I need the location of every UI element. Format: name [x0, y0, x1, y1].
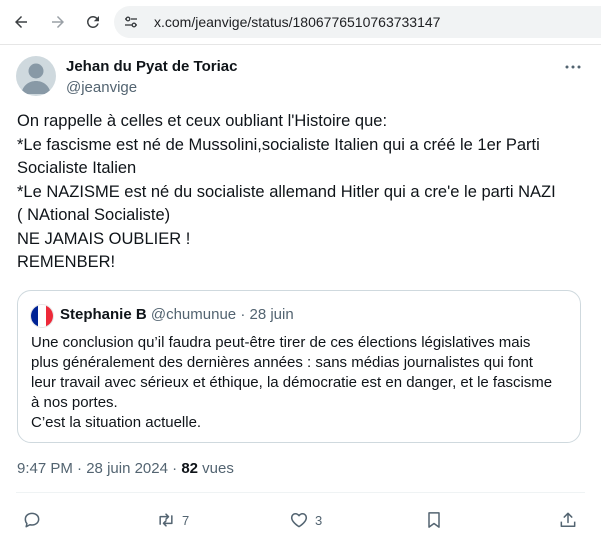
tweet-text-line: NE JAMAIS OUBLIER ! — [17, 229, 191, 248]
tweet-text: On rappelle à celles et ceux oubliant l'… — [17, 110, 587, 275]
quote-text-line: à nos portes. — [31, 394, 118, 411]
views-count: 82 — [181, 460, 198, 477]
url-text[interactable]: x.com/jeanvige/status/180677651076373314… — [154, 14, 440, 30]
quote-header: Stephanie B @chumunue · 28 juin — [60, 306, 294, 323]
reload-icon — [86, 15, 99, 28]
bookmark-button[interactable] — [424, 508, 444, 532]
reload-button[interactable] — [81, 10, 105, 34]
more-icon — [565, 65, 581, 69]
tweet-text-line: On rappelle à celles et ceux oubliant l'… — [17, 112, 388, 130]
quote-text-line: leur travail avec sérieux et éthique, la… — [31, 374, 553, 391]
tweet-text-line: *Le fascisme est né de Mussolini,sociali… — [17, 135, 540, 154]
tweet-text-line: *Le NAZISME est né du socialiste alleman… — [17, 182, 556, 201]
author-name[interactable]: Jehan du Pyat de Toriac — [66, 58, 237, 75]
tweet-time[interactable]: 9:47 PM — [17, 460, 73, 477]
tweet-text-line: Socialiste Italien — [17, 159, 137, 177]
tweet: Jehan du Pyat de Toriac @jeanvige On rap… — [0, 44, 601, 540]
like-count: 3 — [315, 512, 323, 528]
browser-toolbar: x.com/jeanvige/status/180677651076373314… — [0, 0, 601, 45]
heart-icon — [290, 513, 308, 528]
tweet-text-line: REMENBER! — [17, 253, 116, 271]
arrow-left-icon — [15, 16, 27, 28]
forward-button[interactable] — [46, 10, 70, 34]
quote-text-line: plus généralement des dernières années :… — [31, 354, 533, 371]
flag-stripe-white — [38, 305, 46, 327]
divider — [16, 492, 585, 493]
meta-separator: · — [172, 460, 178, 477]
author-handle[interactable]: @jeanvige — [66, 79, 137, 96]
tune-icon — [125, 16, 137, 28]
retweet-button[interactable]: 7 — [156, 508, 189, 532]
french-flag-avatar — [30, 304, 54, 328]
quoted-tweet[interactable]: Stephanie B @chumunue · 28 juin Une conc… — [17, 290, 581, 443]
quote-author-handle: @chumunue — [150, 306, 237, 323]
reply-button[interactable] — [22, 508, 42, 532]
site-info-button[interactable] — [118, 9, 144, 35]
meta-separator: · — [77, 460, 83, 477]
retweet-icon — [159, 513, 173, 527]
share-icon — [560, 512, 576, 527]
quote-text-line: Une conclusion qu’il faudra peut-être ti… — [31, 334, 531, 351]
quote-author-name: Stephanie B — [60, 306, 147, 323]
views-label: vues — [202, 460, 234, 477]
reply-icon — [24, 512, 40, 528]
avatar[interactable] — [16, 56, 56, 96]
quote-separator: · — [240, 306, 246, 323]
more-options-button[interactable] — [561, 58, 585, 76]
default-avatar-icon — [21, 63, 51, 94]
like-button[interactable]: 3 — [289, 508, 322, 532]
flag-stripe-red — [45, 305, 53, 327]
flag-stripe-blue — [31, 305, 39, 327]
back-button[interactable] — [9, 10, 33, 34]
bookmark-icon — [428, 512, 440, 528]
arrow-right-icon — [52, 16, 64, 28]
share-button[interactable] — [558, 508, 578, 532]
address-bar[interactable]: x.com/jeanvige/status/180677651076373314… — [114, 6, 601, 38]
tweet-text-line: ( NAtional Socialiste) — [17, 206, 171, 224]
tweet-meta: 9:47 PM · 28 juin 2024 · 82 vues — [17, 460, 234, 477]
quote-date: 28 juin — [249, 306, 294, 323]
retweet-count: 7 — [182, 512, 190, 528]
quote-text-line: C’est la situation actuelle. — [31, 414, 202, 431]
quote-text: Une conclusion qu’il faudra peut-être ti… — [31, 333, 571, 433]
tweet-date[interactable]: 28 juin 2024 — [86, 460, 168, 477]
